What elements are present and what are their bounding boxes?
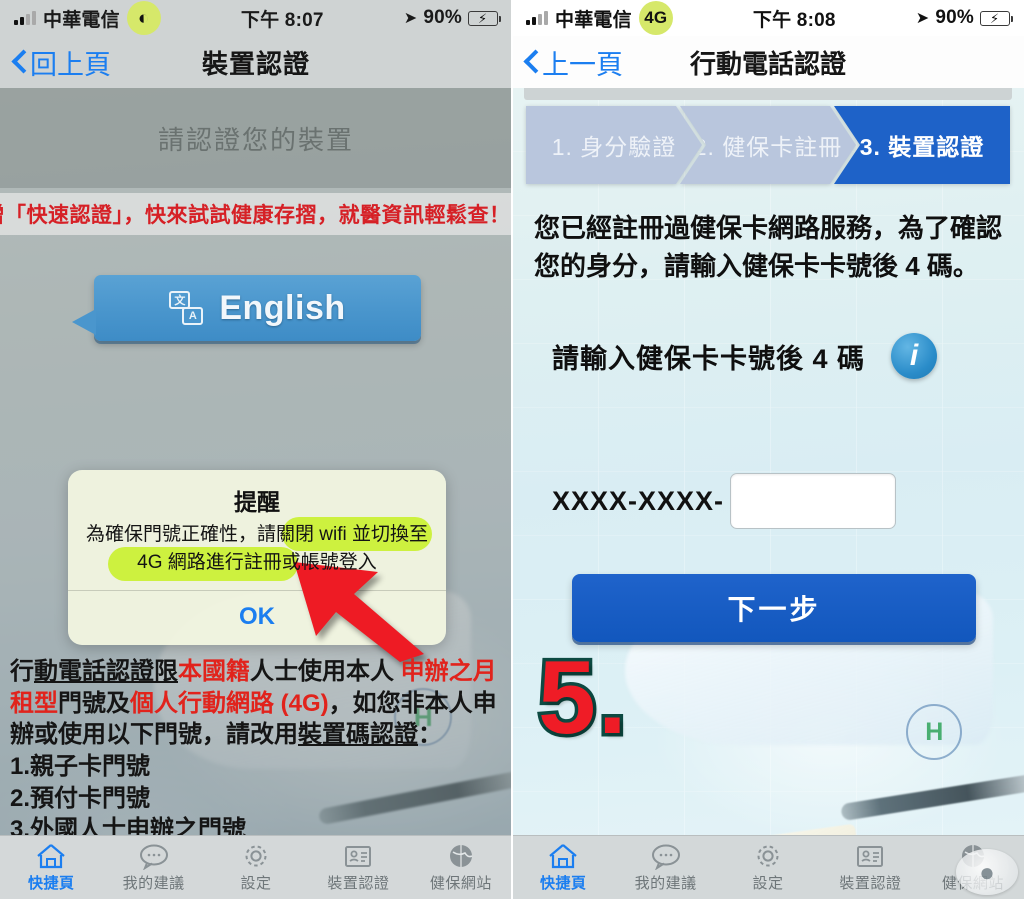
list-item: 2.預付卡門號 (10, 784, 151, 812)
tab-home[interactable]: 快捷頁 (0, 843, 102, 893)
battery-icon: ⚡ (980, 10, 1013, 26)
step-2-label: 2. 健保卡註冊 (693, 134, 843, 160)
left-phone-screenshot: 中華電信 ◐ 下午 8:07 ➤ 90% ⚡ 回上頁 裝置認證 H 請認證您的裝… (0, 0, 512, 899)
masked-card-prefix: XXXX-XXXX- (552, 485, 725, 516)
source-watermark: ● (956, 849, 1018, 895)
alert-title: 提醒 (234, 489, 280, 515)
alert-message-line1: 為確保門號正確性，請關閉 wifi 並切換至 (85, 524, 428, 545)
step-1-identity[interactable]: 1. 身分驗證 (526, 106, 702, 184)
tab-suggestions-label: 我的建議 (634, 874, 697, 892)
translate-icon: 文 A (169, 291, 204, 325)
right-status-bar: 中華電信 4G 下午 8:08 ➤ 90% ⚡ (512, 0, 1024, 36)
promo-banner-text: 增「快速認證」，快來試試健康存摺，就醫資訊輕鬆查！ (0, 204, 511, 227)
battery-icon: ⚡ (468, 10, 501, 26)
panel-divider (511, 0, 513, 899)
tab-home[interactable]: 快捷頁 (512, 843, 614, 893)
field-label-row: 請輸入健保卡卡號後 4 碼 i (552, 333, 938, 379)
card-last4-input[interactable] (730, 473, 897, 529)
instruction-text: 您已經註冊過健保卡網路服務，為了確認 您的身分，請輸入健保卡卡號後 4 碼。 (534, 210, 1008, 285)
carrier-name: 中華電信 (43, 9, 120, 31)
battery-percent: 90% (423, 7, 462, 28)
back-button[interactable]: 回上頁 (12, 43, 111, 82)
back-button[interactable]: 上一頁 (524, 43, 623, 82)
tab-settings[interactable]: 設定 (205, 842, 307, 893)
instruction-line1: 您已經註冊過健保卡網路服務，為了確認 (534, 213, 1003, 243)
back-button-label: 回上頁 (30, 49, 111, 80)
tab-nhi-website[interactable]: 健保網站 (410, 843, 512, 893)
card-number-row: XXXX-XXXX- (552, 473, 897, 529)
status-time: 下午 8:07 (240, 9, 324, 31)
battery-percent: 90% (935, 7, 974, 28)
annotation-step-number: 5. (535, 640, 631, 756)
english-language-button[interactable]: 文 A English (72, 275, 421, 341)
step-3-device-auth[interactable]: 3. 裝置認證 (834, 106, 1010, 184)
card-last4-label: 請輸入健保卡卡號後 4 碼 (552, 343, 866, 374)
next-step-button[interactable]: 下一步 (572, 574, 976, 642)
tab-device-auth-label: 裝置認證 (839, 874, 902, 892)
step-3-label: 3. 裝置認證 (859, 134, 985, 160)
tab-home-label: 快捷頁 (27, 874, 75, 892)
tab-settings[interactable]: 設定 (717, 842, 819, 893)
step-progress-bar: 1. 身分驗證 2. 健保卡註冊 3. 裝置認證 (526, 106, 1010, 184)
left-status-bar: 中華電信 ◐ 下午 8:07 ➤ 90% ⚡ (0, 0, 512, 36)
tab-settings-label: 設定 (240, 875, 272, 892)
left-tab-bar: 快捷頁 我的建議 設定 裝置認證 健保網站 (0, 835, 512, 899)
list-item: 1.親子卡門號 (10, 753, 151, 781)
info-circle-icon[interactable]: i (891, 333, 938, 379)
tab-device-auth[interactable]: 裝置認證 (307, 843, 409, 893)
right-phone-screenshot: 中華電信 4G 下午 8:08 ➤ 90% ⚡ 上一頁 行動電話認證 H 1. … (512, 0, 1024, 899)
back-button-label: 上一頁 (542, 49, 623, 80)
chevron-left-icon (524, 51, 537, 73)
status-time: 下午 8:08 (752, 9, 836, 31)
eligibility-paragraph: 行動電話認證限本國籍人士使用本人 申辦之月租型門號及個人行動網路 (4G)，如您… (10, 658, 497, 749)
scroll-indicator[interactable] (524, 88, 1012, 100)
english-button-label: English (219, 288, 346, 327)
tab-settings-label: 設定 (752, 875, 784, 892)
tab-device-auth-label: 裝置認證 (327, 874, 390, 892)
signal-strength-icon (14, 11, 36, 25)
promo-banner[interactable]: 增「快速認證」，快來試試健康存摺，就醫資訊輕鬆查！ (0, 193, 512, 235)
step-2-card-register[interactable]: 2. 健保卡註冊 (680, 106, 856, 184)
signal-strength-icon (526, 11, 548, 25)
right-tab-bar: 快捷頁 我的建議 設定 裝置認證 健保網站 ● (512, 835, 1024, 899)
chevron-left-icon (12, 51, 25, 73)
tab-suggestions[interactable]: 我的建議 (614, 843, 716, 893)
location-arrow-icon: ➤ (915, 10, 930, 27)
tab-suggestions[interactable]: 我的建議 (102, 843, 204, 893)
wifi-icon: ◐ (126, 1, 161, 35)
left-phone-body: H 請認證您的裝置 增「快速認證」，快來試試健康存摺，就醫資訊輕鬆查！ 文 A … (0, 88, 512, 899)
right-nav-bar: 上一頁 行動電話認證 (512, 36, 1024, 88)
network-type-badge: 4G (638, 1, 673, 35)
screenshot-stage: 中華電信 ◐ 下午 8:07 ➤ 90% ⚡ 回上頁 裝置認證 H 請認證您的裝… (0, 0, 1024, 899)
location-arrow-icon: ➤ (403, 10, 418, 27)
instruction-line2: 您的身分，請輸入健保卡卡號後 4 碼。 (534, 250, 979, 281)
left-nav-bar: 回上頁 裝置認證 (0, 36, 512, 88)
alert-message-line2: 4G 網路進行註冊或帳號登入 (137, 551, 377, 573)
tab-nhi-website-label: 健保網站 (429, 874, 492, 892)
tab-device-auth[interactable]: 裝置認證 (819, 843, 921, 893)
hero-text: 請認證您的裝置 (0, 88, 512, 188)
tab-home-label: 快捷頁 (539, 874, 587, 892)
step-1-label: 1. 身分驗證 (551, 134, 677, 160)
tab-suggestions-label: 我的建議 (122, 874, 185, 892)
carrier-name: 中華電信 (555, 9, 632, 31)
right-phone-body: H 1. 身分驗證 2. 健保卡註冊 3. 裝置認證 您已經註冊過健保卡網路服務… (512, 88, 1024, 899)
